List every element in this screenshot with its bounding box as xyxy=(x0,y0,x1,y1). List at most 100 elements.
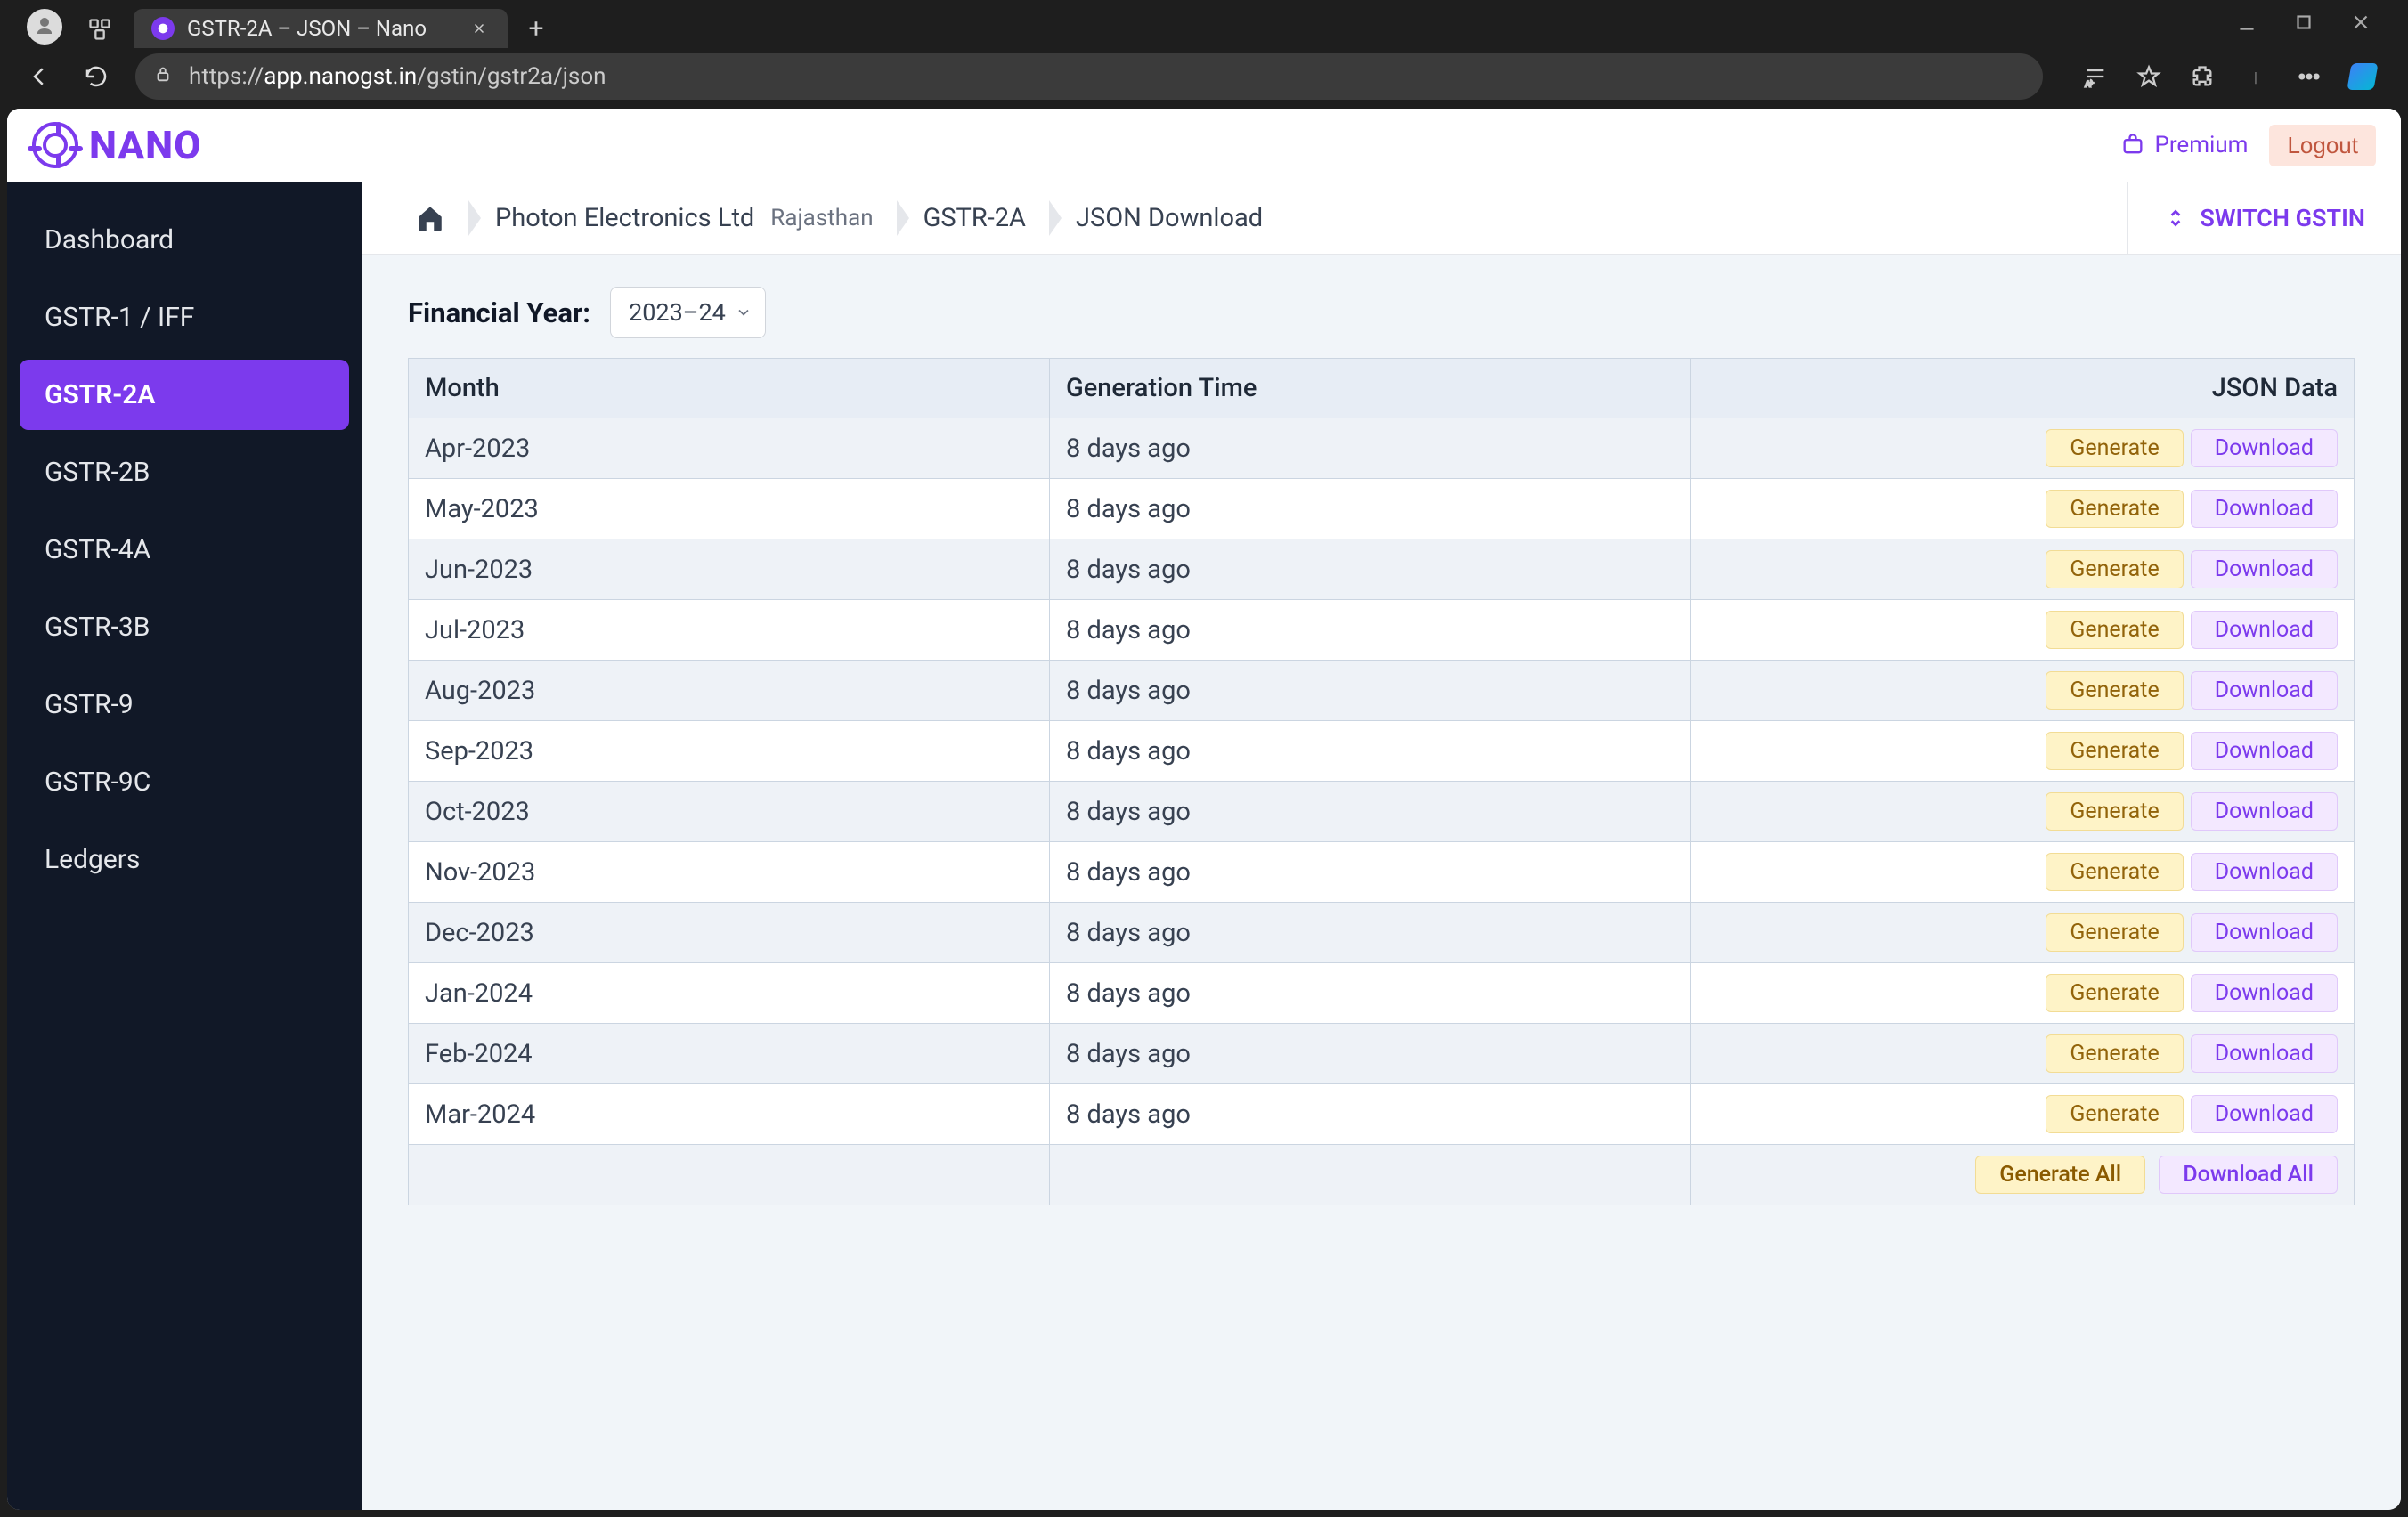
download-button[interactable]: Download xyxy=(2191,671,2338,710)
fy-value: 2023–24 xyxy=(629,298,726,327)
table-row: Oct-20238 days agoGenerateDownload xyxy=(409,782,2355,842)
cell-month: Apr-2023 xyxy=(409,418,1050,479)
generate-button[interactable]: Generate xyxy=(2046,974,2183,1012)
cell-month: Mar-2024 xyxy=(409,1084,1050,1145)
breadcrumb-home[interactable] xyxy=(390,197,470,239)
table-row: Nov-20238 days ago GenerateDownload xyxy=(409,842,2355,903)
chevron-down-icon xyxy=(735,304,752,321)
window-minimize-icon[interactable] xyxy=(2235,11,2258,34)
generate-button[interactable]: Generate xyxy=(2046,429,2183,467)
sidebar-item-gstr-2a[interactable]: GSTR-2A xyxy=(20,360,349,430)
new-tab-button[interactable]: + xyxy=(518,11,554,46)
download-button[interactable]: Download xyxy=(2191,974,2338,1012)
browser-tab-active[interactable]: GSTR-2A – JSON – Nano xyxy=(134,9,508,48)
sidebar-item-gstr-3b[interactable]: GSTR-3B xyxy=(20,592,349,662)
generate-button[interactable]: Generate xyxy=(2046,913,2183,952)
cell-gen-time: 8 days ago xyxy=(1050,418,1691,479)
brand-logo-icon xyxy=(32,122,78,168)
download-button[interactable]: Download xyxy=(2191,429,2338,467)
favorites-icon[interactable] xyxy=(2135,63,2162,90)
sidebar-item-ledgers[interactable]: Ledgers xyxy=(20,824,349,895)
generate-button[interactable]: Generate xyxy=(2046,490,2183,528)
table-row: Dec-20238 days ago GenerateDownload xyxy=(409,903,2355,963)
cell-gen-time: 8 days ago xyxy=(1050,539,1691,600)
generate-button[interactable]: Generate xyxy=(2046,792,2183,831)
download-button[interactable]: Download xyxy=(2191,490,2338,528)
table-row: May-20238 days agoGenerateDownload xyxy=(409,479,2355,539)
nav-refresh-button[interactable] xyxy=(78,59,114,94)
generate-button[interactable]: Generate xyxy=(2046,1095,2183,1133)
breadcrumb-company[interactable]: Photon Electronics Ltd Rajasthan xyxy=(470,197,899,239)
breadcrumb-company-label: Photon Electronics Ltd xyxy=(495,203,754,233)
sidebar-item-gstr-9c[interactable]: GSTR-9C xyxy=(20,747,349,817)
generate-button[interactable]: Generate xyxy=(2046,853,2183,891)
logout-button[interactable]: Logout xyxy=(2269,125,2376,166)
browser-titlebar: GSTR-2A – JSON – Nano + xyxy=(0,0,2408,45)
window-maximize-icon[interactable] xyxy=(2292,11,2315,34)
fy-select[interactable]: 2023–24 xyxy=(610,287,766,338)
cell-month: Feb-2024 xyxy=(409,1024,1050,1084)
download-button[interactable]: Download xyxy=(2191,1034,2338,1073)
download-all-button[interactable]: Download All xyxy=(2159,1156,2338,1194)
cell-month: Jul-2023 xyxy=(409,600,1050,661)
cell-month: Nov-2023 xyxy=(409,842,1050,903)
divider: | xyxy=(2242,63,2269,90)
cell-gen-time: 8 days ago xyxy=(1050,661,1691,721)
download-button[interactable]: Download xyxy=(2191,792,2338,831)
table-row: Jul-20238 days ago GenerateDownload xyxy=(409,600,2355,661)
generate-button[interactable]: Generate xyxy=(2046,1034,2183,1073)
table-row: Sep-20238 days ago GenerateDownload xyxy=(409,721,2355,782)
premium-link[interactable]: Premium xyxy=(2120,132,2248,158)
nav-back-button[interactable] xyxy=(21,59,57,94)
cell-gen-time: 8 days ago xyxy=(1050,600,1691,661)
app-header: NANO Premium Logout xyxy=(7,109,2401,182)
generate-button[interactable]: Generate xyxy=(2046,671,2183,710)
download-button[interactable]: Download xyxy=(2191,913,2338,952)
copilot-icon[interactable] xyxy=(2347,63,2378,90)
generate-button[interactable]: Generate xyxy=(2046,732,2183,770)
sidebar-item-dashboard[interactable]: Dashboard xyxy=(20,205,349,275)
sidebar: DashboardGSTR-1 / IFFGSTR-2AGSTR-2B GSTR-… xyxy=(7,182,362,1510)
sidebar-item-gstr-2b[interactable]: GSTR-2B xyxy=(20,437,349,507)
breadcrumb-page-label: JSON Download xyxy=(1076,203,1263,233)
table-row: Aug-20238 days agoGenerateDownload xyxy=(409,661,2355,721)
json-table: Month Generation Time JSON Data Apr-2023… xyxy=(408,358,2355,1205)
table-row: Feb-20248 days ago GenerateDownload xyxy=(409,1024,2355,1084)
sidebar-item-gstr-4a[interactable]: GSTR-4A xyxy=(20,515,349,585)
tab-favicon xyxy=(151,17,175,40)
generate-button[interactable]: Generate xyxy=(2046,611,2183,649)
workspaces-icon[interactable] xyxy=(87,17,112,42)
cell-month: Jan-2024 xyxy=(409,963,1050,1024)
cell-month: Jun-2023 xyxy=(409,539,1050,600)
cell-gen-time: 8 days ago xyxy=(1050,1024,1691,1084)
tab-title: GSTR-2A – JSON – Nano xyxy=(187,16,427,41)
profile-avatar[interactable] xyxy=(27,9,62,45)
switch-gstin-button[interactable]: SWITCH GSTIN xyxy=(2127,182,2401,255)
brand-logo[interactable]: NANO xyxy=(32,122,201,168)
sidebar-item-gstr-9[interactable]: GSTR-9 xyxy=(20,669,349,740)
download-button[interactable]: Download xyxy=(2191,550,2338,588)
generate-all-button[interactable]: Generate All xyxy=(1975,1156,2145,1194)
cell-month: Dec-2023 xyxy=(409,903,1050,963)
breadcrumb-return[interactable]: GSTR-2A xyxy=(899,197,1051,239)
breadcrumb-return-label: GSTR-2A xyxy=(923,203,1026,233)
generate-button[interactable]: Generate xyxy=(2046,550,2183,588)
download-button[interactable]: Download xyxy=(2191,611,2338,649)
cell-gen-time: 8 days ago xyxy=(1050,903,1691,963)
download-button[interactable]: Download xyxy=(2191,1095,2338,1133)
col-gen-time: Generation Time xyxy=(1050,359,1691,418)
cell-gen-time: 8 days ago xyxy=(1050,842,1691,903)
sidebar-item-gstr-1-iff[interactable]: GSTR-1 / IFF xyxy=(20,282,349,353)
table-row: Mar-20248 days agoGenerateDownload xyxy=(409,1084,2355,1145)
cell-month: Sep-2023 xyxy=(409,721,1050,782)
address-bar[interactable]: https://app.nanogst.in/gstin/gstr2a/json xyxy=(135,53,2043,100)
more-menu-icon[interactable] xyxy=(2296,63,2323,90)
download-button[interactable]: Download xyxy=(2191,853,2338,891)
tab-close-icon[interactable] xyxy=(468,18,490,39)
extensions-icon[interactable] xyxy=(2189,63,2216,90)
table-row: Jan-20248 days agoGenerateDownload xyxy=(409,963,2355,1024)
download-button[interactable]: Download xyxy=(2191,732,2338,770)
cell-gen-time: 8 days ago xyxy=(1050,721,1691,782)
window-close-icon[interactable] xyxy=(2349,11,2372,34)
read-aloud-icon[interactable]: A⁾ xyxy=(2082,63,2109,90)
